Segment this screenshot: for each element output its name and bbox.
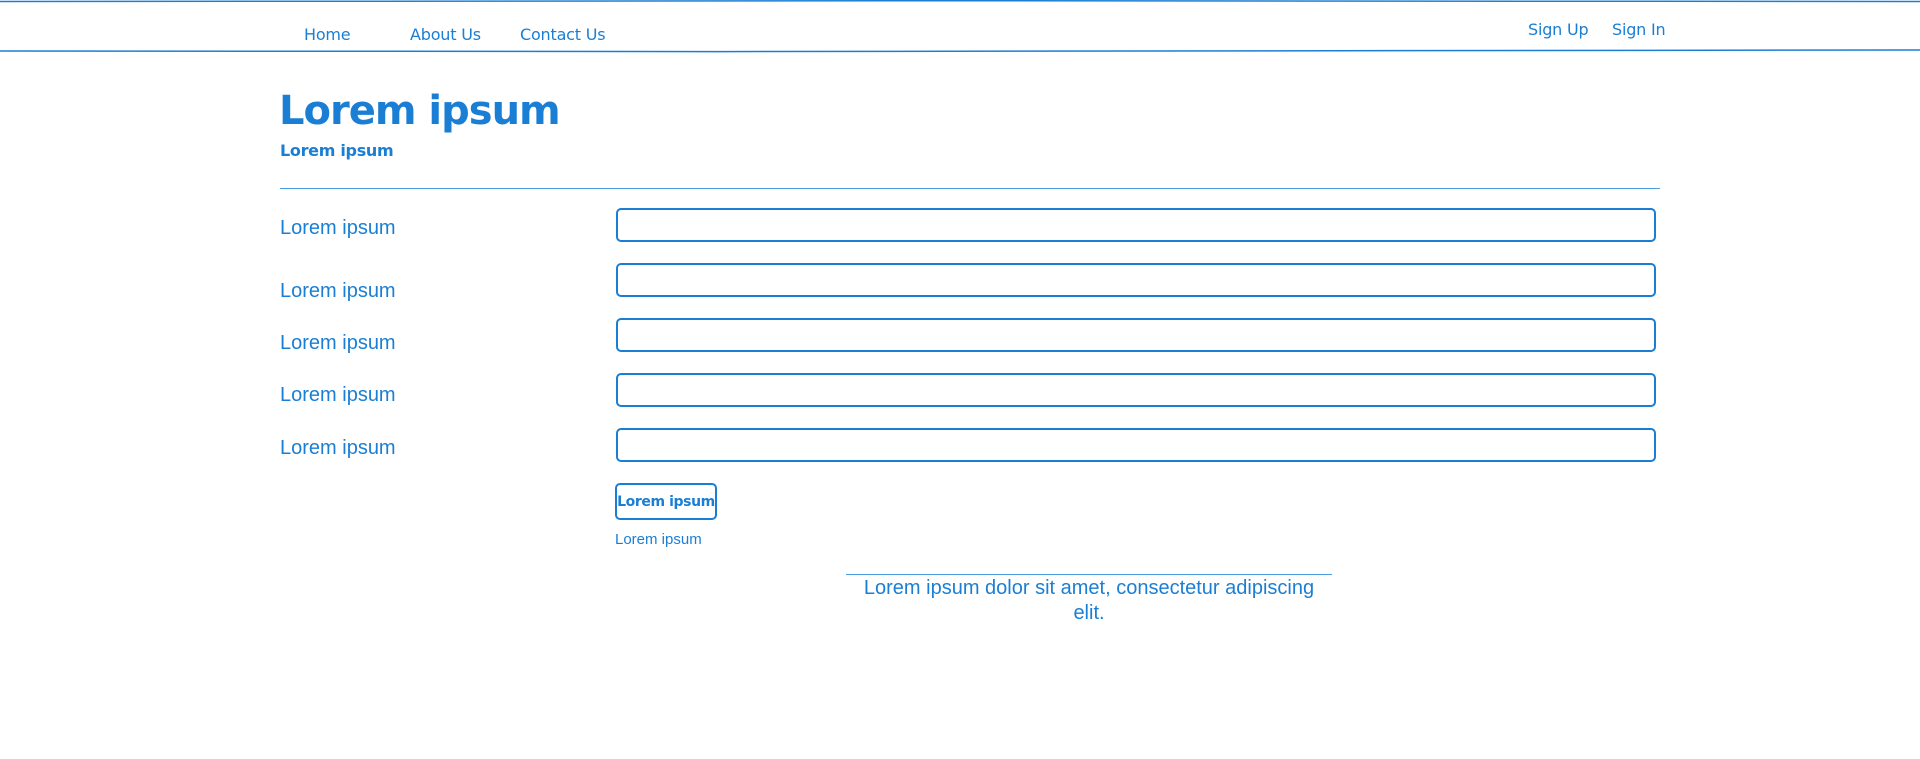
form-row: Lorem ipsum (280, 318, 1660, 358)
header-divider (280, 188, 1660, 189)
form-row: Lorem ipsum (280, 263, 1660, 303)
form-field-input[interactable] (616, 318, 1656, 352)
form-row: Lorem ipsum (280, 428, 1660, 468)
form-field-label: Lorem ipsum (280, 217, 396, 239)
nav-link-about-us[interactable]: About Us (410, 25, 481, 44)
nav-link-sign-in[interactable]: Sign In (1612, 20, 1666, 39)
page-title: Lorem ipsum (279, 88, 561, 134)
form-field-label: Lorem ipsum (280, 384, 396, 406)
helper-link[interactable]: Lorem ipsum (615, 531, 702, 548)
form-field-label: Lorem ipsum (280, 437, 396, 459)
form-row: Lorem ipsum (280, 373, 1660, 413)
form-field-input[interactable] (616, 263, 1656, 297)
form-field-input[interactable] (616, 208, 1656, 242)
page-subtitle: Lorem ipsum (280, 141, 394, 160)
form-field-input[interactable] (616, 428, 1656, 462)
top-navbar: Home About Us Contact Us Sign Up Sign In (0, 0, 1920, 56)
submit-button[interactable]: Lorem ipsum (615, 483, 717, 520)
footer-divider (846, 574, 1332, 575)
nav-link-sign-up[interactable]: Sign Up (1528, 20, 1589, 39)
footer-text: Lorem ipsum dolor sit amet, consectetur … (863, 577, 1315, 624)
form-field-label: Lorem ipsum (280, 332, 396, 354)
form-field-label: Lorem ipsum (280, 280, 396, 302)
navbar-bottom-border (0, 49, 1920, 53)
nav-link-home[interactable]: Home (304, 25, 351, 44)
navbar-top-border (0, 0, 1920, 3)
form-row: Lorem ipsum (280, 208, 1660, 248)
form-field-input[interactable] (616, 373, 1656, 407)
nav-link-contact-us[interactable]: Contact Us (520, 25, 606, 44)
